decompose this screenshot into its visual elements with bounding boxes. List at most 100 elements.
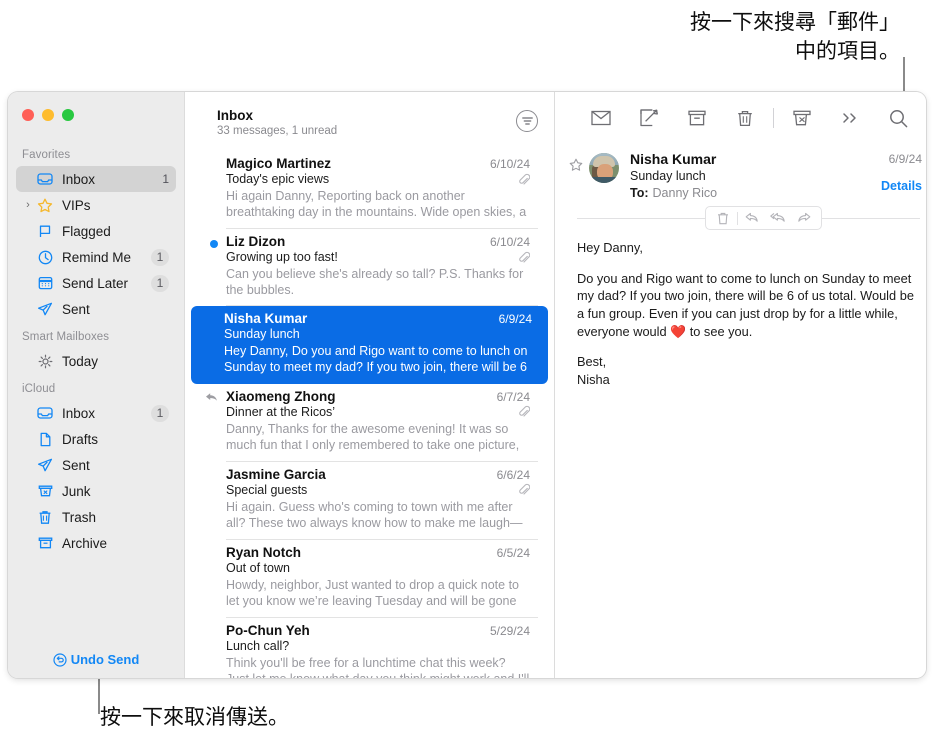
mailbox-message-count: 33 messages, 1 unread (217, 125, 338, 137)
attachment-icon (519, 251, 530, 264)
sidebar-item-vips[interactable]: › VIPs (16, 192, 176, 218)
message-preview: Danny, Thanks for the awesome evening! I… (226, 421, 520, 455)
sidebar-item-sent-icloud[interactable]: Sent (16, 452, 176, 478)
message-list-header: Inbox 33 messages, 1 unread (185, 92, 554, 137)
inbox-icon (34, 172, 56, 186)
sidebar-item-today[interactable]: Today (16, 348, 176, 374)
undo-arrow-icon (53, 652, 67, 667)
sidebar-item-label: VIPs (62, 197, 91, 213)
message-sender: Ryan Notch (226, 544, 302, 560)
search-callout-leader-line (903, 57, 905, 93)
message-date: 6/5/24 (496, 545, 530, 560)
junk-icon[interactable] (778, 103, 826, 133)
message-header: Nisha Kumar Sunday lunch To: Danny Rico 6… (555, 144, 926, 200)
message-subject: Today's epic views (226, 172, 330, 186)
search-icon[interactable] (874, 103, 922, 133)
archive-icon[interactable] (673, 103, 721, 133)
message-sender-name: Nisha Kumar (630, 151, 717, 167)
attachment-icon (519, 483, 530, 496)
undo-send-button[interactable]: Undo Send (8, 652, 184, 667)
zoom-button[interactable] (62, 109, 74, 121)
message-preview: Think you'll be free for a lunchtime cha… (226, 655, 529, 679)
sidebar-item-inbox-icloud[interactable]: Inbox 1 (16, 400, 176, 426)
calendar-icon (34, 276, 56, 290)
message-preview: Howdy, neighbor, Just wanted to drop a q… (226, 577, 520, 611)
table-row[interactable]: Magico Martinez 6/10/24 Today's epic vie… (193, 151, 546, 229)
sidebar-item-label: Trash (62, 509, 97, 525)
sidebar-section-favorites: Favorites (22, 149, 71, 161)
message-subject: Lunch call? (226, 638, 290, 653)
to-value: Danny Rico (652, 186, 718, 200)
message-subject: Sunday lunch (224, 326, 300, 341)
compose-icon[interactable] (625, 103, 673, 133)
message-date: 6/10/24 (489, 235, 530, 249)
forward-icon[interactable] (791, 208, 817, 228)
attachment-icon (519, 405, 530, 418)
sidebar-item-archive[interactable]: Archive (16, 530, 176, 556)
flag-icon (34, 224, 56, 239)
minimize-button[interactable] (42, 109, 54, 121)
sidebar-item-send-later[interactable]: Send Later 1 (16, 270, 176, 296)
sidebar: Favorites Inbox 1 › VIPs Flagged Remind … (8, 92, 185, 678)
sidebar-item-label: Remind Me (62, 249, 132, 265)
message-subject: Special guests (226, 482, 308, 497)
message-preview: Hi again Danny, Reporting back on anothe… (226, 189, 527, 222)
sidebar-item-label: Send Later (62, 275, 129, 291)
details-link[interactable]: Details (881, 179, 922, 193)
sidebar-item-label: Inbox (62, 171, 96, 187)
sidebar-item-flagged[interactable]: Flagged (16, 218, 176, 244)
message-body: Hey Danny, Do you and Rigo want to come … (555, 229, 926, 389)
body-paragraph: Hey Danny, (577, 240, 643, 255)
sidebar-item-count: 1 (151, 404, 169, 422)
table-row[interactable]: Xiaomeng Zhong 6/7/24 Dinner at the Rico… (193, 384, 546, 462)
sort-filter-icon[interactable] (516, 110, 538, 132)
star-icon (34, 198, 56, 213)
table-row[interactable]: Jasmine Garcia 6/6/24 Special guests Hi … (193, 462, 546, 540)
message-date: 5/29/24 (489, 623, 530, 638)
chevron-right-icon[interactable]: › (22, 199, 34, 211)
mailbox-title: Inbox (217, 108, 253, 123)
sidebar-item-remind-me[interactable]: Remind Me 1 (16, 244, 176, 270)
sidebar-item-label: Sent (62, 301, 90, 317)
message-sender: Nisha Kumar (224, 310, 308, 326)
body-paragraph: Do you and Rigo want to come to lunch on… (577, 270, 914, 339)
sidebar-section-smart-mailboxes: Smart Mailboxes (22, 331, 110, 343)
message-recipients: To: Danny Rico (630, 186, 881, 200)
reply-all-icon[interactable] (765, 208, 791, 228)
mail-window: Favorites Inbox 1 › VIPs Flagged Remind … (8, 92, 926, 678)
sidebar-item-count: 1 (151, 248, 169, 266)
to-label: To: (630, 186, 649, 200)
table-row[interactable]: Ryan Notch 6/5/24 Out of town Howdy, nei… (193, 540, 546, 618)
table-row[interactable]: Po-Chun Yeh 5/29/24 Lunch call? Think yo… (193, 618, 546, 679)
message-action-bar (705, 206, 822, 230)
trash-icon[interactable] (710, 208, 736, 228)
sidebar-item-drafts[interactable]: Drafts (16, 426, 176, 452)
message-date: 6/6/24 (496, 467, 530, 482)
mark-unread-icon[interactable] (577, 103, 625, 133)
sidebar-item-sent-favorites[interactable]: Sent (16, 296, 176, 322)
archive-icon (34, 536, 56, 550)
unread-dot-icon (210, 240, 218, 248)
sidebar-item-label: Sent (62, 457, 90, 473)
sidebar-item-trash[interactable]: Trash (16, 504, 176, 530)
reading-pane: Nisha Kumar Sunday lunch To: Danny Rico 6… (555, 92, 926, 678)
paper-plane-icon (34, 302, 56, 317)
table-row-selected[interactable]: Nisha Kumar 6/9/24 Sunday lunch Hey Dann… (191, 305, 548, 384)
undo-send-callout-text: 按一下來取消傳送。 (100, 705, 289, 729)
more-chevrons-icon[interactable] (826, 103, 874, 133)
reply-icon[interactable] (739, 208, 765, 228)
trash-icon[interactable] (721, 103, 769, 133)
sidebar-item-label: Archive (62, 535, 108, 551)
message-rows: Magico Martinez 6/10/24 Today's epic vie… (185, 151, 554, 678)
star-outline-icon[interactable] (565, 148, 587, 172)
message-preview: Can you believe she's already so tall? P… (226, 267, 524, 298)
sidebar-item-label: Junk (62, 483, 91, 499)
message-date: 6/10/24 (489, 157, 530, 171)
close-button[interactable] (22, 109, 34, 121)
table-row[interactable]: Liz Dizon 6/10/24 Growing up too fast! C… (193, 229, 546, 306)
attachment-icon (519, 173, 530, 186)
message-preview: Hey Danny, Do you and Rigo want to come … (224, 343, 528, 377)
sidebar-item-inbox-favorites[interactable]: Inbox 1 (16, 166, 176, 192)
sidebar-item-junk[interactable]: Junk (16, 478, 176, 504)
sidebar-item-label: Inbox (62, 405, 96, 421)
